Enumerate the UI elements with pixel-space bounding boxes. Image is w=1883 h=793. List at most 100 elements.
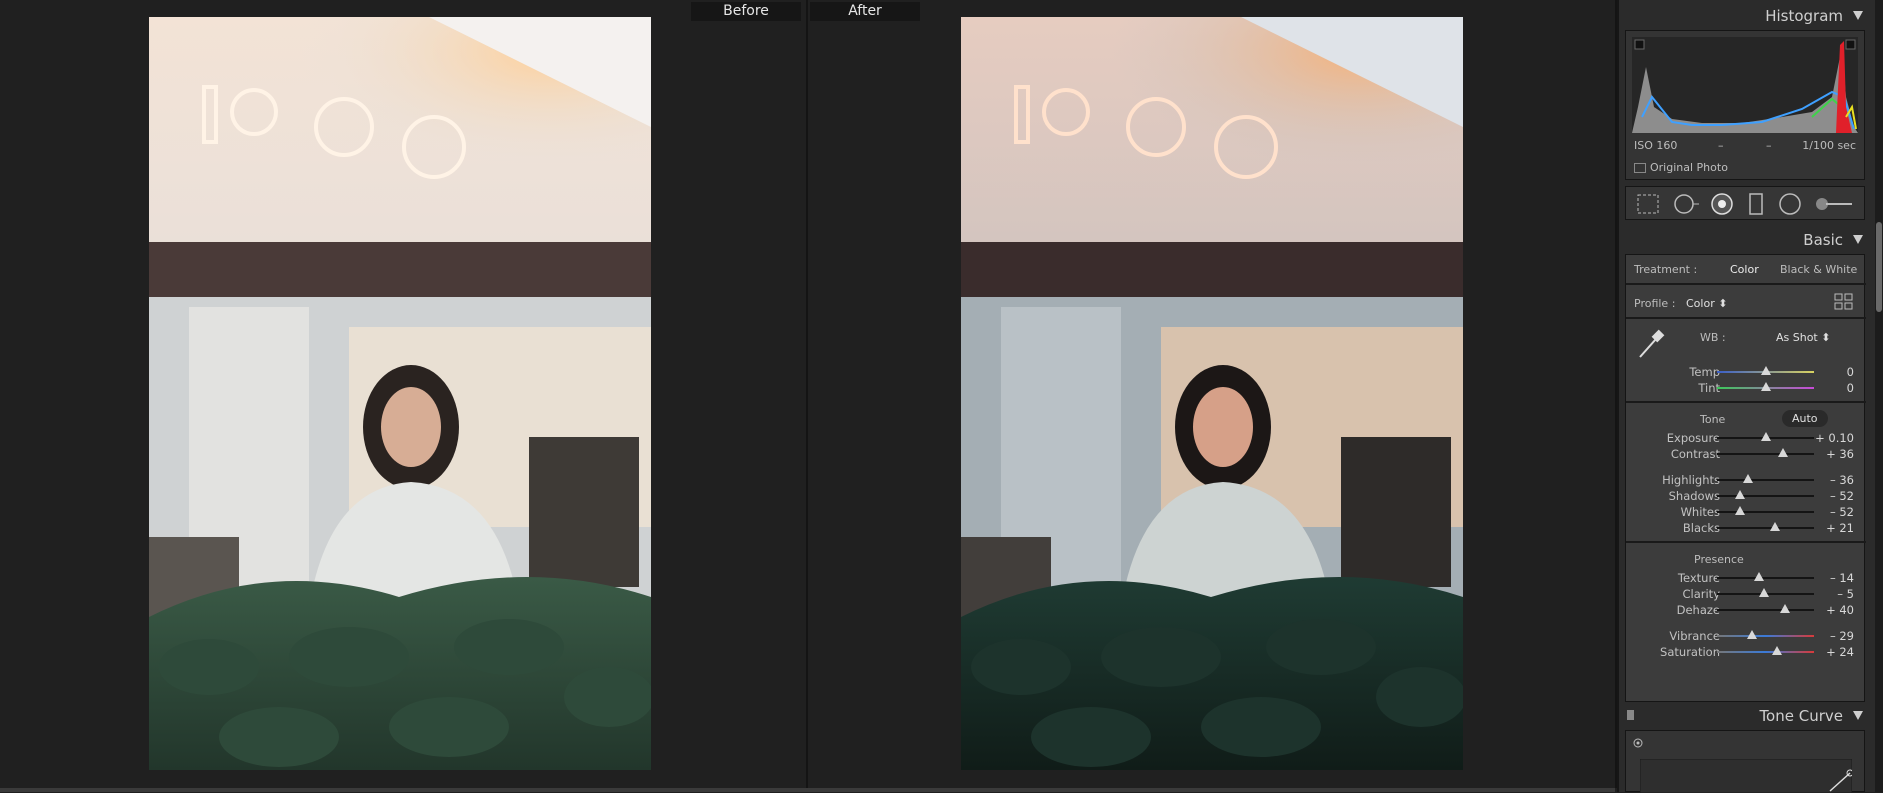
tool-strip	[1625, 186, 1865, 220]
after-label: After	[810, 2, 920, 21]
tone-label: Tone	[1700, 413, 1726, 426]
clarity-value[interactable]: – 5	[1837, 587, 1854, 601]
dehaze-slider[interactable]: Dehaze + 40	[1626, 601, 1866, 619]
panel-switch-icon[interactable]	[1627, 710, 1634, 720]
saturation-value[interactable]: + 24	[1826, 645, 1854, 659]
profile-dropdown[interactable]: Color ⬍	[1686, 297, 1727, 310]
dehaze-value[interactable]: + 40	[1826, 603, 1854, 617]
basic-panel: Treatment : Color Black & White Profile …	[1625, 254, 1866, 702]
contrast-value[interactable]: + 36	[1826, 447, 1854, 461]
temp-track[interactable]	[1717, 366, 1814, 375]
wb-label: WB :	[1700, 331, 1726, 344]
profile-label: Profile :	[1634, 297, 1676, 310]
histogram-panel: ISO 160 – – 1/100 sec Original Photo	[1625, 30, 1865, 180]
wb-eyedropper-icon[interactable]	[1636, 329, 1666, 361]
dehaze-thumb[interactable]	[1779, 604, 1790, 613]
scrollbar-thumb[interactable]	[1876, 222, 1882, 312]
crop-overlay-icon[interactable]	[1636, 193, 1660, 215]
texture-track[interactable]	[1717, 572, 1814, 581]
divider	[1626, 317, 1866, 319]
clarity-track[interactable]	[1717, 588, 1814, 597]
tint-value[interactable]: 0	[1847, 381, 1854, 395]
tint-slider[interactable]: Tint 0	[1626, 379, 1866, 397]
blacks-value[interactable]: + 21	[1826, 521, 1854, 535]
exposure-value[interactable]: + 0.10	[1815, 431, 1854, 445]
shutter-readout: 1/100 sec	[1802, 139, 1856, 152]
saturation-label: Saturation	[1660, 645, 1720, 659]
before-photo[interactable]	[149, 17, 651, 770]
exposure-track[interactable]	[1717, 432, 1814, 441]
wb-dropdown[interactable]: As Shot ⬍	[1776, 331, 1830, 344]
adjustment-brush-icon[interactable]	[1814, 195, 1854, 213]
treatment-color-option[interactable]: Color	[1730, 263, 1759, 276]
blacks-track[interactable]	[1717, 522, 1814, 531]
shadows-value[interactable]: – 52	[1830, 489, 1854, 503]
vibrance-thumb[interactable]	[1746, 630, 1757, 639]
temp-thumb[interactable]	[1760, 366, 1771, 375]
histogram-header[interactable]: Histogram	[1619, 2, 1869, 30]
panel-scrollbar[interactable]	[1875, 0, 1883, 792]
auto-tone-button[interactable]: Auto	[1782, 410, 1828, 427]
whites-thumb[interactable]	[1735, 506, 1746, 515]
aperture-readout: –	[1766, 139, 1772, 152]
histogram-title: Histogram	[1765, 7, 1843, 25]
saturation-track[interactable]	[1717, 646, 1814, 655]
histogram-graph[interactable]	[1632, 37, 1858, 133]
temp-value[interactable]: 0	[1847, 365, 1854, 379]
target-adjust-icon[interactable]	[1632, 737, 1644, 749]
original-photo-label: Original Photo	[1650, 161, 1728, 174]
clarity-thumb[interactable]	[1758, 588, 1769, 597]
collapse-triangle-icon[interactable]	[1853, 11, 1863, 20]
blacks-slider[interactable]: Blacks + 21	[1626, 519, 1866, 537]
basic-header[interactable]: Basic	[1619, 226, 1869, 254]
radial-filter-icon[interactable]	[1778, 192, 1802, 216]
after-pane: After	[808, 0, 1615, 788]
tint-track[interactable]	[1717, 382, 1814, 391]
blacks-thumb[interactable]	[1770, 522, 1781, 531]
profile-browser-icon[interactable]	[1834, 293, 1854, 311]
collapse-triangle-icon[interactable]	[1853, 235, 1863, 244]
dehaze-track[interactable]	[1717, 604, 1814, 613]
shadows-thumb[interactable]	[1735, 490, 1746, 499]
whites-track[interactable]	[1717, 506, 1814, 515]
vibrance-track[interactable]	[1717, 630, 1814, 639]
clarity-label: Clarity	[1682, 587, 1720, 601]
tone-curve-graph[interactable]	[1640, 759, 1852, 793]
texture-value[interactable]: – 14	[1830, 571, 1854, 585]
exposure-thumb[interactable]	[1761, 432, 1772, 441]
after-photo[interactable]	[961, 17, 1463, 770]
vibrance-label: Vibrance	[1669, 629, 1720, 643]
presence-label: Presence	[1694, 553, 1744, 566]
collapse-triangle-icon[interactable]	[1853, 711, 1863, 720]
shadows-label: Shadows	[1668, 489, 1720, 503]
focal-readout: –	[1718, 139, 1724, 152]
whites-value[interactable]: – 52	[1830, 505, 1854, 519]
vibrance-value[interactable]: – 29	[1830, 629, 1854, 643]
graduated-filter-icon[interactable]	[1744, 192, 1768, 216]
contrast-track[interactable]	[1717, 448, 1814, 457]
shadows-track[interactable]	[1717, 490, 1814, 499]
contrast-slider[interactable]: Contrast + 36	[1626, 445, 1866, 463]
contrast-thumb[interactable]	[1777, 448, 1788, 457]
highlights-thumb[interactable]	[1743, 474, 1754, 483]
divider	[1626, 283, 1866, 285]
basic-title: Basic	[1803, 231, 1843, 249]
saturation-slider[interactable]: Saturation + 24	[1626, 643, 1866, 661]
tone-curve-header[interactable]: Tone Curve	[1619, 702, 1869, 730]
original-photo-checkbox[interactable]	[1634, 163, 1646, 173]
treatment-bw-option[interactable]: Black & White	[1780, 263, 1857, 276]
before-label: Before	[691, 2, 801, 21]
filmstrip-edge[interactable]	[0, 788, 1615, 792]
saturation-thumb[interactable]	[1772, 646, 1783, 655]
red-eye-icon[interactable]	[1710, 192, 1734, 216]
tone-curve-panel	[1625, 730, 1865, 793]
texture-thumb[interactable]	[1753, 572, 1764, 581]
spot-removal-icon[interactable]	[1672, 192, 1700, 216]
highlights-track[interactable]	[1717, 474, 1814, 483]
tint-thumb[interactable]	[1760, 382, 1771, 391]
tone-curve-title: Tone Curve	[1759, 707, 1843, 725]
highlights-value[interactable]: – 36	[1830, 473, 1854, 487]
texture-label: Texture	[1677, 571, 1720, 585]
highlights-label: Highlights	[1662, 473, 1720, 487]
contrast-label: Contrast	[1670, 447, 1720, 461]
